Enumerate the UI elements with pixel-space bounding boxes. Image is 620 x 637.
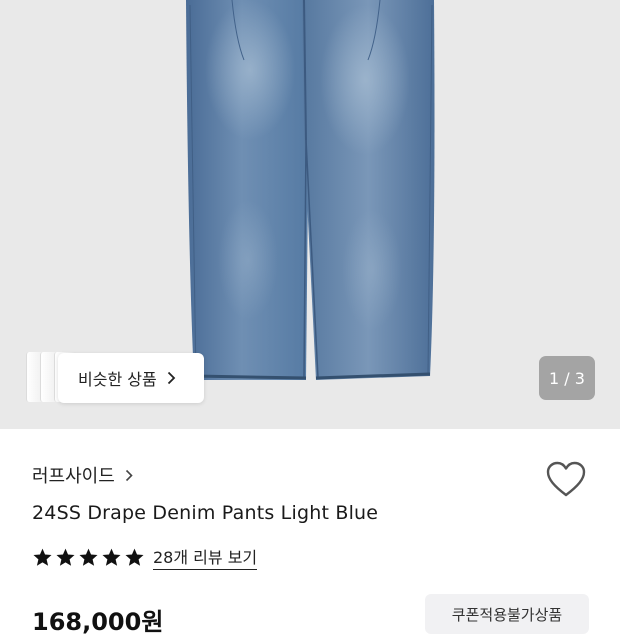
- similar-products-label: 비슷한 상품: [78, 370, 157, 389]
- star-filled-icon: [78, 547, 99, 568]
- product-rating: 28개 리뷰 보기: [32, 544, 258, 570]
- product-info-panel: [0, 429, 620, 620]
- star-filled-icon: [32, 547, 53, 568]
- review-link[interactable]: 28개 리뷰 보기: [153, 544, 258, 570]
- product-image-gallery[interactable]: 비슷한 상품 1 / 3: [0, 0, 620, 429]
- image-counter: 1 / 3: [539, 356, 595, 400]
- similar-products-button[interactable]: 비슷한 상품: [58, 353, 204, 403]
- brand-name: 러프사이드: [32, 466, 115, 487]
- coupon-badge: 쿠폰적용불가상품: [425, 594, 589, 634]
- chevron-right-icon: [125, 469, 133, 482]
- star-filled-icon: [124, 547, 145, 568]
- chevron-right-icon: [167, 371, 176, 385]
- brand-link[interactable]: 러프사이드: [32, 462, 133, 488]
- product-title: 24SS Drape Denim Pants Light Blue: [32, 502, 379, 524]
- star-filled-icon: [55, 547, 76, 568]
- rating-stars: [32, 547, 145, 568]
- star-filled-icon: [101, 547, 122, 568]
- heart-outline-icon[interactable]: [546, 461, 586, 499]
